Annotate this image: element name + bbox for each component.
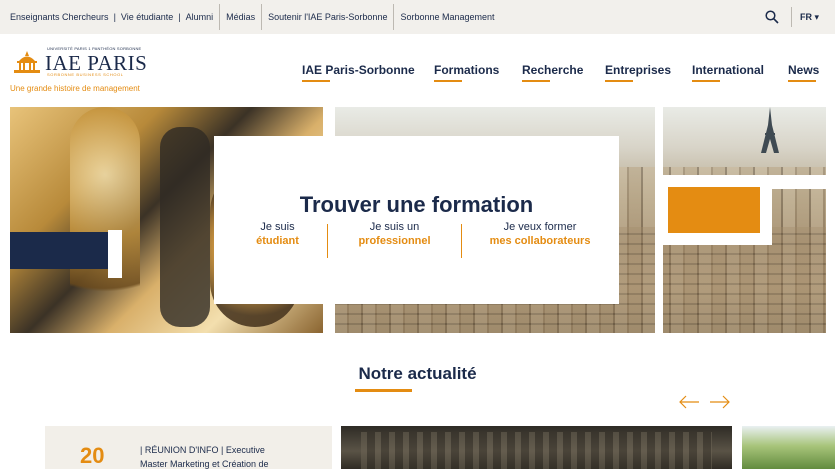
decor-orange-block — [668, 187, 760, 233]
nav-entreprises[interactable]: Entreprises — [605, 63, 672, 82]
nav-label: Entreprises — [605, 63, 672, 77]
choice-value: mes collaborateurs — [489, 235, 591, 247]
choice-divider — [327, 224, 328, 258]
nav-formations[interactable]: Formations — [434, 63, 500, 82]
util-separator: | — [113, 12, 116, 22]
arrow-left-icon[interactable] — [678, 394, 700, 410]
news-date-day: 20 — [80, 443, 105, 468]
nav-iae-paris-sorbonne[interactable]: IAE Paris-Sorbonne — [302, 63, 415, 82]
nav-underline — [605, 80, 633, 82]
nav-label: IAE Paris-Sorbonne — [302, 63, 415, 77]
arrow-right-icon[interactable] — [709, 394, 731, 410]
util-link-enseignants[interactable]: Enseignants Chercheurs — [10, 12, 109, 22]
choice-value: étudiant — [256, 235, 299, 247]
util-separator: | — [178, 12, 181, 22]
util-divider — [261, 4, 263, 30]
choice-label: Je suis un — [369, 221, 420, 233]
nav-label: Recherche — [522, 63, 584, 77]
util-link-alumni[interactable]: Alumni — [186, 12, 214, 22]
formation-finder-card: Trouver une formation Je suis étudiant J… — [214, 136, 619, 304]
utility-bar: Enseignants Chercheurs | Vie étudiante |… — [0, 0, 835, 34]
search-icon[interactable] — [765, 10, 779, 24]
nav-underline — [302, 80, 330, 82]
choice-label: Je suis — [260, 221, 295, 233]
news-card-line: Master Marketing et Création de — [140, 459, 269, 469]
news-card-image[interactable] — [341, 426, 732, 469]
formation-choices: Je suis étudiant Je suis un professionne… — [240, 220, 610, 260]
main-navigation: IAE Paris-Sorbonne Formations Recherche … — [0, 63, 835, 83]
utility-links: Enseignants Chercheurs | Vie étudiante |… — [10, 0, 495, 34]
news-card-text: | RÉUNION D'INFO | Executive Master Mark… — [140, 443, 310, 469]
nav-label: Formations — [434, 63, 500, 77]
nav-underline — [522, 80, 550, 82]
util-link-soutenir[interactable]: Soutenir l'IAE Paris-Sorbonne — [268, 12, 387, 22]
util-link-vie-etudiante[interactable]: Vie étudiante — [121, 12, 173, 22]
choice-label: Je veux former — [503, 221, 577, 233]
image-detail — [361, 432, 712, 469]
nav-news[interactable]: News — [788, 63, 820, 82]
gate-ornament — [70, 107, 140, 333]
language-selector[interactable]: FR ▾ — [800, 12, 819, 23]
nav-label: International — [692, 63, 765, 77]
nav-label: News — [788, 63, 820, 77]
util-link-sorbonne-management[interactable]: Sorbonne Management — [400, 12, 494, 22]
choice-collaborateurs[interactable]: Je veux former mes collaborateurs — [480, 220, 600, 248]
nav-recherche[interactable]: Recherche — [522, 63, 584, 82]
formation-title: Trouver une formation — [299, 192, 534, 217]
lang-divider — [790, 7, 792, 27]
util-link-medias[interactable]: Médias — [226, 12, 255, 22]
eiffel-tower-icon — [761, 107, 779, 153]
nav-underline — [692, 80, 720, 82]
choice-divider — [461, 224, 462, 258]
logo-tagline: Une grande histoire de management — [10, 84, 140, 93]
news-card-image[interactable] — [742, 426, 835, 469]
choice-value: professionnel — [358, 235, 431, 247]
news-card-line: | RÉUNION D'INFO | Executive — [140, 445, 265, 455]
choice-professionnel[interactable]: Je suis un professionnel — [352, 220, 437, 248]
gate-bar — [160, 127, 210, 327]
news-card-event[interactable]: 20 | RÉUNION D'INFO | Executive Master M… — [45, 426, 332, 469]
util-divider — [219, 4, 221, 30]
choice-etudiant[interactable]: Je suis étudiant — [240, 220, 315, 248]
utility-right: FR ▾ — [765, 0, 835, 34]
news-title-underline — [355, 389, 412, 392]
decor-white-tab — [108, 230, 122, 278]
news-section-title: Notre actualité — [358, 364, 477, 383]
decor-navy-block — [10, 232, 108, 269]
nav-underline — [788, 80, 816, 82]
nav-international[interactable]: International — [692, 63, 765, 82]
util-divider — [393, 4, 395, 30]
nav-underline — [434, 80, 462, 82]
